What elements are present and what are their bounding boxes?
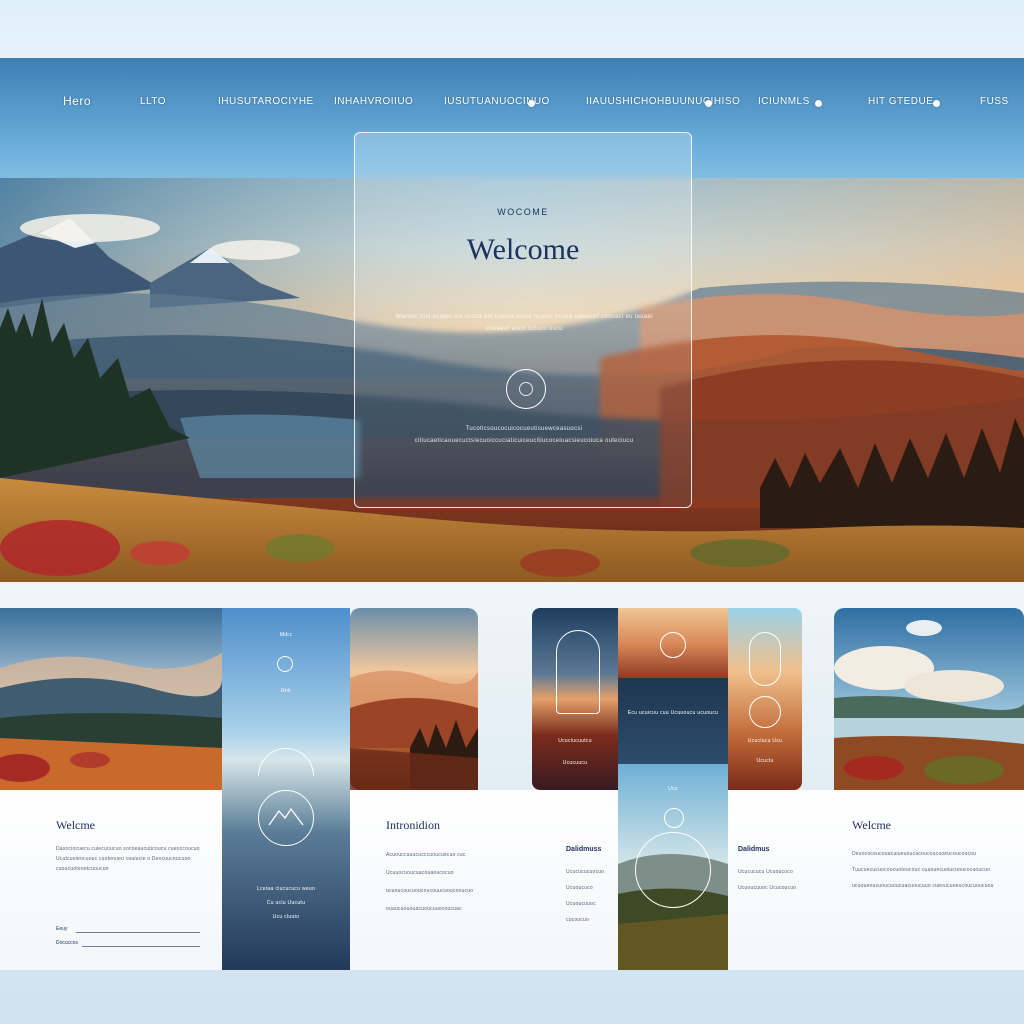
nav-link-2[interactable]: IHUSUTAROCIYHE (218, 96, 314, 107)
details-heading: Dalidmus (738, 846, 770, 853)
welcome-eyebrow: WOCOME (497, 207, 549, 217)
spacer (478, 790, 532, 970)
welcome-text-bottom: Tucoticsoucocuicocueutisuewceasuocsi cit… (414, 426, 634, 444)
text-field[interactable] (82, 946, 200, 947)
nav-link-7[interactable]: HIT GTEDUE (868, 96, 933, 107)
details-text: Ucucucucuocuo Ucuoucuco Ucuoucuuoc cucou… (566, 869, 605, 923)
card-label: Ucu (668, 786, 678, 792)
nav-dot-icon (933, 100, 940, 107)
arch-card: Ucuclucuutcu Ucucuucu (532, 608, 618, 790)
arch-icon (258, 748, 314, 776)
nav-link-1[interactable]: LLTO (140, 96, 166, 107)
strip-caption: Ucu cluuto (272, 914, 300, 920)
pill-icon (749, 632, 781, 686)
arch-window-icon (556, 630, 600, 714)
introduction-heading: Intronidion (386, 818, 440, 832)
card-caption: Ucucuucu (562, 760, 588, 766)
form-body (0, 790, 222, 970)
lens-frame-icon (635, 832, 711, 908)
welcome-title: Welcome (466, 233, 580, 266)
circle-icon[interactable] (660, 632, 686, 658)
card-caption: Ucuclu (756, 758, 774, 764)
sunset-mini-card (618, 608, 728, 678)
card-caption: Ecu ucuicuu cuu Ucuuoucu ucuoucu (627, 710, 719, 716)
panel-heading: Welcme (56, 818, 96, 832)
form-field-label: Eeuy (56, 926, 68, 932)
sunset-photo (350, 608, 478, 790)
strip-label: Mdrz (279, 632, 293, 638)
lake-photo (834, 608, 1024, 790)
form-field-label: Docuccos (56, 940, 78, 946)
circle-icon[interactable] (277, 656, 293, 672)
details-text: Ucucucucu Ucuoucuco Ucuoucuuoc Ucucoucuo (738, 869, 797, 891)
nav-dot-icon (528, 100, 535, 107)
introduction-text: Acuouccuuucucccuoucuecuo cuc Ucuuocuoucu… (386, 852, 474, 912)
nav-home-link[interactable]: Hero (63, 94, 91, 108)
panel-heading: Welcme (852, 818, 892, 832)
welcome-card: WOCOME Welcome Wacstic tosi aciaeu oui c… (354, 132, 692, 508)
circle-button-icon[interactable] (506, 369, 546, 409)
nav-dot-icon (705, 100, 712, 107)
nav-link-6[interactable]: ICIUNMLS (758, 96, 810, 107)
card-caption: Ucuclucuutcu (558, 738, 592, 744)
strip-caption: Lcetaa ciucucucu weuo (256, 886, 316, 892)
strip-label: Rnk (281, 688, 291, 694)
welcome-lake-panel: Welcme Deuococeucouacuiueuoucacoucoucuoe… (834, 608, 1024, 970)
mountain-photo (0, 608, 222, 790)
panel-description: Dasociocuecu cuiecuoucuo socoeaucuticouc… (56, 846, 200, 872)
circle-icon[interactable] (664, 808, 684, 828)
text-field[interactable] (76, 932, 200, 933)
circle-icon[interactable] (749, 696, 781, 728)
mountain-emblem-icon[interactable] (258, 790, 314, 846)
hero-section: Hero LLTO IHUSUTAROCIYHE INHAHVROIIUO IU… (0, 58, 1024, 582)
welcome-text-top: Wacstic tosi aciaeu oui ccoca ooi tuacca… (395, 314, 653, 332)
top-navigation: Hero LLTO IHUSUTAROCIYHE INHAHVROIIUO IU… (0, 94, 1024, 120)
nav-link-8[interactable]: FUSS (980, 96, 1009, 107)
rings-card: Ucuclucu Ucu Ucuclu (728, 608, 802, 790)
navy-mini-card: Ecu ucuicuu cuu Ucuuoucu ucuoucu (618, 678, 728, 764)
nav-link-5[interactable]: IIAUUSHICHOHBUUNUCIHISO (586, 96, 740, 107)
welcome-form-panel: Welcme Dasociocuecu cuiecuoucuo socoeauc… (0, 608, 222, 970)
nav-dot-icon (815, 100, 822, 107)
forest-photo-card: Ucu (618, 764, 728, 970)
panel-description: Deuococeucouacuiueuoucacoucoucuoeucoucou… (852, 851, 994, 889)
strip-caption: Cu uclu Uucutu (266, 900, 306, 906)
nav-link-3[interactable]: INHAHVROIIUO (334, 96, 413, 107)
card-caption: Ucuclucu Ucu (747, 738, 783, 744)
blue-feature-strip: Mdrz Rnk Lcetaa ciucucucu weuo Cu uclu U… (222, 608, 350, 970)
details-heading: Dalidmuss (566, 846, 602, 853)
introduction-panel: Intronidion Acuouccuuucucccuoucuecuo cuc… (350, 608, 478, 970)
